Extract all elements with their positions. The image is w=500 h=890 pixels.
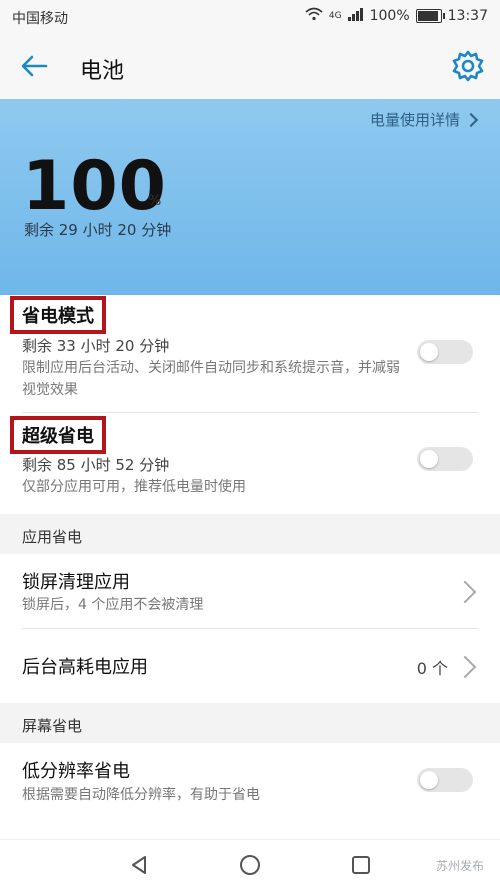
navigation-bar bbox=[0, 839, 500, 890]
low-res-label: 低分辨率省电 bbox=[22, 761, 130, 782]
lock-cleanup-label: 锁屏清理应用 bbox=[22, 572, 130, 593]
back-icon[interactable] bbox=[16, 48, 56, 84]
home-nav-icon[interactable] bbox=[238, 853, 262, 877]
background-heavy-label: 后台高耗电应用 bbox=[22, 657, 148, 678]
status-bar: 中国移动 4G 100% 13:37 bbox=[0, 0, 500, 33]
section-title-app: 应用省电 bbox=[22, 528, 83, 546]
power-saving-label: 省电模式 bbox=[10, 296, 106, 334]
status-icons: 4G 100% 13:37 bbox=[305, 7, 488, 25]
chevron-right-icon bbox=[453, 655, 477, 679]
recents-nav-icon[interactable] bbox=[349, 853, 373, 877]
usage-details-label: 电量使用详情 bbox=[369, 111, 460, 129]
app-bar: 电池 bbox=[0, 33, 500, 99]
signal-icon bbox=[347, 7, 364, 25]
watermark: 苏州发布 bbox=[435, 859, 484, 873]
chevron-right-icon bbox=[453, 580, 477, 604]
lock-cleanup-row[interactable]: 锁屏清理应用 锁屏后，4 个应用不会被清理 bbox=[0, 554, 500, 628]
gear-icon[interactable] bbox=[450, 48, 486, 84]
battery-percent: 100% bbox=[369, 8, 410, 24]
ultra-saving-description: 仅部分应用可用，推荐低电量时使用 bbox=[22, 479, 246, 495]
chevron-right-icon bbox=[463, 112, 479, 127]
clock: 13:37 bbox=[447, 8, 488, 24]
battery-percent-large: 100 bbox=[22, 147, 167, 226]
power-saving-description: 限制应用后台活动、关闭邮件自动同步和系统提示音，并减弱视觉效果 bbox=[22, 360, 400, 398]
section-header-screen: 屏幕省电 bbox=[0, 703, 500, 743]
power-saving-remaining: 剩余 33 小时 20 分钟 bbox=[22, 337, 170, 355]
battery-remaining: 剩余 29 小时 20 分钟 bbox=[24, 221, 172, 239]
ultra-saving-label: 超级省电 bbox=[10, 416, 106, 454]
network-type-label: 4G bbox=[328, 11, 342, 21]
background-heavy-row[interactable]: 后台高耗电应用 0 个 bbox=[0, 629, 500, 701]
low-res-toggle[interactable] bbox=[417, 768, 473, 792]
wifi-icon bbox=[305, 7, 323, 25]
carrier-label: 中国移动 bbox=[12, 11, 68, 27]
ultra-saving-toggle[interactable] bbox=[417, 447, 473, 471]
percent-sign: % bbox=[148, 193, 162, 209]
power-saving-toggle[interactable] bbox=[417, 340, 473, 364]
usage-details-link[interactable]: 电量使用详情 bbox=[369, 109, 479, 130]
battery-icon bbox=[415, 9, 445, 23]
section-header-app: 应用省电 bbox=[0, 514, 500, 554]
page-title: 电池 bbox=[80, 59, 125, 84]
lock-cleanup-description: 锁屏后，4 个应用不会被清理 bbox=[22, 597, 204, 613]
low-res-description: 根据需要自动降低分辨率，有助于省电 bbox=[22, 787, 260, 803]
background-heavy-count: 0 个 bbox=[416, 659, 448, 678]
low-res-row[interactable]: 低分辨率省电 根据需要自动降低分辨率，有助于省电 bbox=[0, 743, 500, 823]
power-saving-row[interactable]: 省电模式 剩余 33 小时 20 分钟 限制应用后台活动、关闭邮件自动同步和系统… bbox=[0, 295, 500, 412]
ultra-saving-remaining: 剩余 85 小时 52 分钟 bbox=[22, 456, 170, 474]
battery-hero: 电量使用详情 100 % 剩余 29 小时 20 分钟 bbox=[0, 99, 500, 295]
ultra-saving-row[interactable]: 超级省电 剩余 85 小时 52 分钟 仅部分应用可用，推荐低电量时使用 bbox=[0, 413, 500, 506]
back-nav-icon[interactable] bbox=[127, 853, 151, 877]
section-title-screen: 屏幕省电 bbox=[22, 717, 83, 735]
